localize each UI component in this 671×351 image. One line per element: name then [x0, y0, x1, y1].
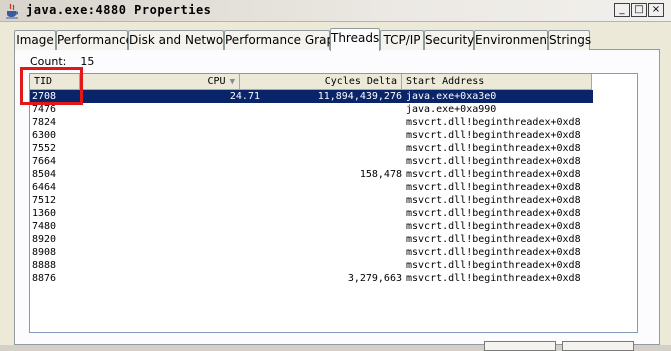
start-address-cell: msvcrt.dll!beginthreadex+0xd8: [406, 221, 581, 232]
table-row[interactable]: 8876 3,279,663 msvcrt.dll!beginthreadex+0x…: [30, 272, 593, 285]
tab-tcpip[interactable]: TCP/IP: [380, 30, 424, 50]
tid-cell: 7552: [32, 143, 57, 154]
close-button[interactable]: ×: [648, 3, 664, 17]
table-row[interactable]: 6300 msvcrt.dll!beginthreadex+0xd8: [30, 129, 593, 142]
cycles-delta-cell: 3,279,663: [347, 273, 402, 284]
tid-cell: 7480: [32, 221, 57, 232]
column-header-start-address[interactable]: Start Address: [402, 74, 592, 90]
table-row[interactable]: 7512 msvcrt.dll!beginthreadex+0xd8: [30, 194, 593, 207]
properties-window: java.exe:4880 Properties _ □ × Image Per…: [0, 0, 671, 351]
tab-image[interactable]: Image: [14, 30, 56, 50]
cpu-header-label: CPU: [207, 76, 226, 87]
tid-cell: 8888: [32, 260, 57, 271]
table-row[interactable]: 8908 msvcrt.dll!beginthreadex+0xd8: [30, 246, 593, 259]
tab-security[interactable]: Security: [424, 30, 474, 50]
start-address-cell: msvcrt.dll!beginthreadex+0xd8: [406, 208, 581, 219]
start-address-cell: java.exe+0xa3e0: [406, 91, 497, 102]
tid-cell: 7824: [32, 117, 57, 128]
tid-cell: 1360: [32, 208, 57, 219]
tid-cell: 8908: [32, 247, 57, 258]
title-bar[interactable]: java.exe:4880 Properties _ □ ×: [0, 0, 671, 22]
start-address-cell: msvcrt.dll!beginthreadex+0xd8: [406, 143, 581, 154]
minimize-button[interactable]: _: [614, 3, 630, 17]
tid-cell: 8920: [32, 234, 57, 245]
address-header-label: Start Address: [406, 76, 485, 87]
table-row[interactable]: 7480 msvcrt.dll!beginthreadex+0xd8: [30, 220, 593, 233]
table-row[interactable]: 7824 msvcrt.dll!beginthreadex+0xd8: [30, 116, 593, 129]
table-row[interactable]: 7664 msvcrt.dll!beginthreadex+0xd8: [30, 155, 593, 168]
window-title: java.exe:4880 Properties: [26, 3, 212, 17]
table-row[interactable]: 6464 msvcrt.dll!beginthreadex+0xd8: [30, 181, 593, 194]
table-row[interactable]: 7552 msvcrt.dll!beginthreadex+0xd8: [30, 142, 593, 155]
table-row[interactable]: 8888 msvcrt.dll!beginthreadex+0xd8: [30, 259, 593, 272]
start-address-cell: msvcrt.dll!beginthreadex+0xd8: [406, 260, 581, 271]
start-address-cell: msvcrt.dll!beginthreadex+0xd8: [406, 273, 581, 284]
threads-table[interactable]: TID CPU ▼ Cycles Delta Start Address 2708…: [29, 73, 638, 333]
tid-cell: 6464: [32, 182, 57, 193]
table-row[interactable]: 1360 msvcrt.dll!beginthreadex+0xd8: [30, 207, 593, 220]
tab-performance[interactable]: Performance: [56, 30, 133, 50]
tid-cell: 6300: [32, 130, 57, 141]
annotation-highlight-box: [20, 67, 83, 105]
tab-threads[interactable]: Threads: [330, 28, 380, 51]
sort-descending-icon: ▼: [229, 77, 235, 87]
start-address-cell: msvcrt.dll!beginthreadex+0xd8: [406, 182, 581, 193]
java-cup-icon: [4, 3, 20, 19]
column-header-cycles-delta[interactable]: Cycles Delta: [240, 74, 402, 90]
ok-button[interactable]: [484, 341, 556, 351]
start-address-cell: msvcrt.dll!beginthreadex+0xd8: [406, 195, 581, 206]
tab-strings[interactable]: Strings: [548, 30, 591, 50]
cycles-delta-cell: 11,894,439,276: [317, 91, 402, 102]
cancel-button[interactable]: [562, 341, 634, 351]
start-address-cell: msvcrt.dll!beginthreadex+0xd8: [406, 234, 581, 245]
cycles-header-label: Cycles Delta: [324, 76, 397, 87]
start-address-cell: msvcrt.dll!beginthreadex+0xd8: [406, 117, 581, 128]
start-address-cell: msvcrt.dll!beginthreadex+0xd8: [406, 247, 581, 258]
tab-disk-and-network[interactable]: Disk and Network: [128, 30, 235, 50]
cpu-cell: 24.71: [229, 91, 260, 102]
start-address-cell: msvcrt.dll!beginthreadex+0xd8: [406, 169, 581, 180]
table-row[interactable]: 8920 msvcrt.dll!beginthreadex+0xd8: [30, 233, 593, 246]
tid-cell: 7512: [32, 195, 57, 206]
table-row[interactable]: 8504 158,478 msvcrt.dll!beginthreadex+0xd8: [30, 168, 593, 181]
maximize-button[interactable]: □: [631, 3, 647, 17]
cycles-delta-cell: 158,478: [359, 169, 402, 180]
tab-performance-graph[interactable]: Performance Graph: [224, 30, 342, 50]
start-address-cell: java.exe+0xa990: [406, 104, 497, 115]
table-row[interactable]: 7476 java.exe+0xa990: [30, 103, 593, 116]
tid-cell: 8876: [32, 273, 57, 284]
table-row[interactable]: 2708 24.71 11,894,439,276 java.exe+0xa3e0: [30, 90, 593, 103]
tid-cell: 7664: [32, 156, 57, 167]
start-address-cell: msvcrt.dll!beginthreadex+0xd8: [406, 130, 581, 141]
tab-environment[interactable]: Environment: [474, 30, 552, 50]
column-header-cpu[interactable]: CPU ▼: [80, 74, 240, 90]
tid-cell: 8504: [32, 169, 57, 180]
start-address-cell: msvcrt.dll!beginthreadex+0xd8: [406, 156, 581, 167]
